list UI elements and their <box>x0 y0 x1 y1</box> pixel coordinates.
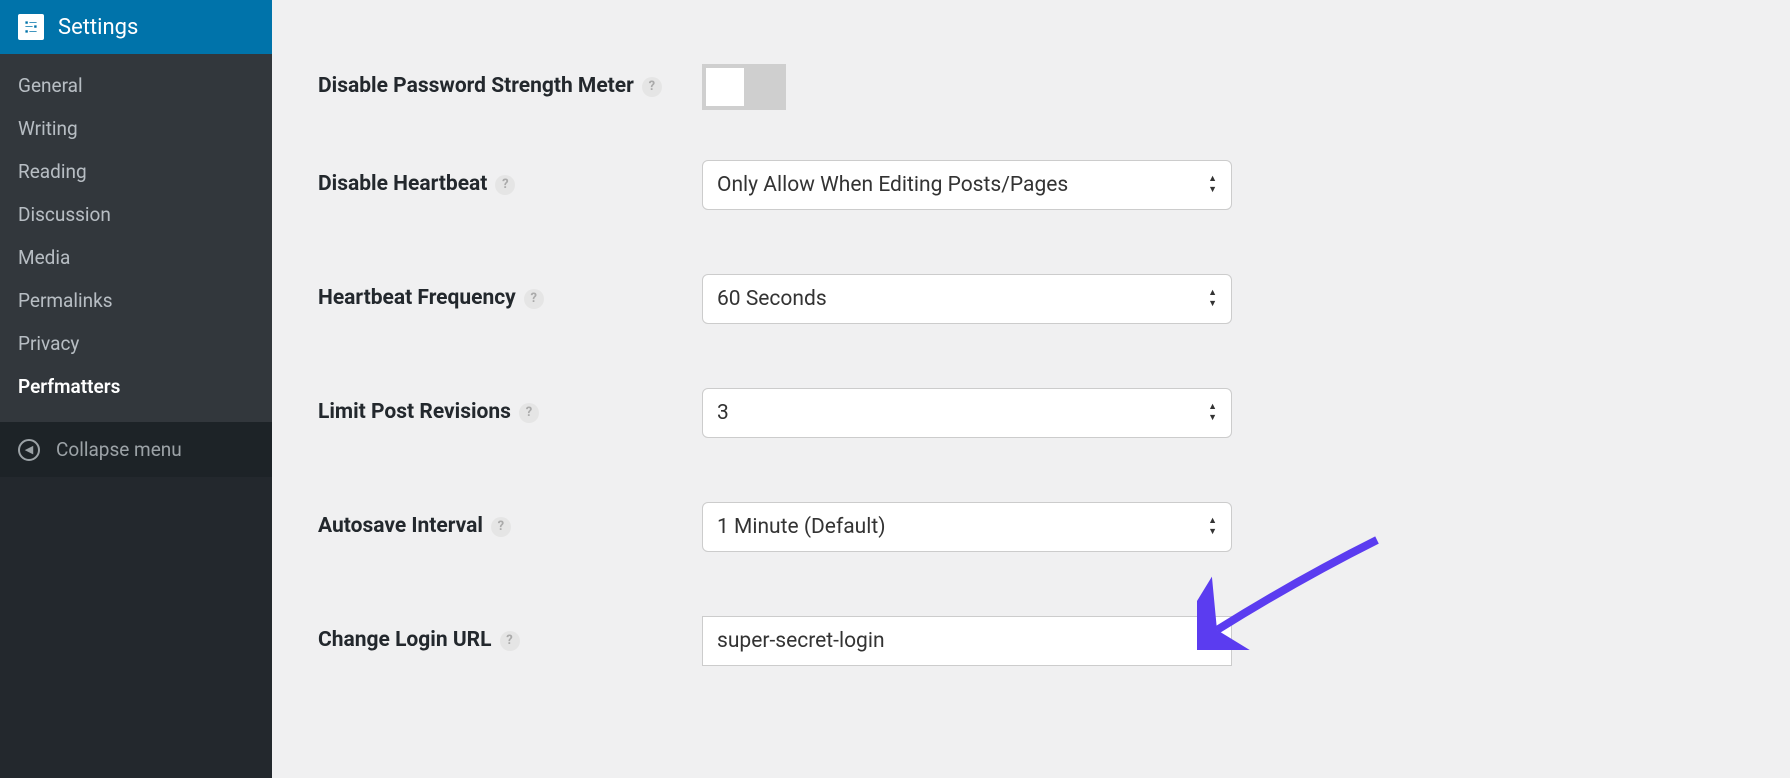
label-autosave-interval: Autosave Interval <box>318 513 483 540</box>
sidebar-header-label: Settings <box>58 15 138 40</box>
help-icon[interactable]: ? <box>495 175 515 195</box>
select-arrows-icon: ▲▼ <box>1208 175 1217 195</box>
row-heartbeat-frequency: Heartbeat Frequency ? 60 Seconds ▲▼ <box>318 274 1744 324</box>
sidebar-item-discussion[interactable]: Discussion <box>0 193 272 236</box>
sidebar-submenu: General Writing Reading Discussion Media… <box>0 54 272 422</box>
select-disable-heartbeat[interactable]: Only Allow When Editing Posts/Pages ▲▼ <box>702 160 1232 210</box>
help-icon[interactable]: ? <box>519 403 539 423</box>
row-autosave-interval: Autosave Interval ? 1 Minute (Default) ▲… <box>318 502 1744 552</box>
select-arrows-icon: ▲▼ <box>1208 289 1217 309</box>
admin-sidebar: Settings General Writing Reading Discuss… <box>0 0 272 778</box>
collapse-menu-label: Collapse menu <box>56 438 182 461</box>
sidebar-item-reading[interactable]: Reading <box>0 150 272 193</box>
select-value: 3 <box>717 401 729 425</box>
select-value: Only Allow When Editing Posts/Pages <box>717 173 1068 197</box>
select-limit-post-revisions[interactable]: 3 ▲▼ <box>702 388 1232 438</box>
collapse-menu-button[interactable]: ◀ Collapse menu <box>0 422 272 477</box>
settings-panel: Disable Password Strength Meter ? Disabl… <box>272 0 1790 778</box>
select-heartbeat-frequency[interactable]: 60 Seconds ▲▼ <box>702 274 1232 324</box>
help-icon[interactable]: ? <box>491 517 511 537</box>
sidebar-item-general[interactable]: General <box>0 64 272 107</box>
toggle-disable-password-strength[interactable] <box>702 64 786 110</box>
input-value: super-secret-login <box>717 629 885 653</box>
label-heartbeat-frequency: Heartbeat Frequency <box>318 285 516 312</box>
sidebar-item-permalinks[interactable]: Permalinks <box>0 279 272 322</box>
help-icon[interactable]: ? <box>500 631 520 651</box>
sidebar-item-media[interactable]: Media <box>0 236 272 279</box>
select-arrows-icon: ▲▼ <box>1208 403 1217 423</box>
sidebar-item-privacy[interactable]: Privacy <box>0 322 272 365</box>
label-change-login-url: Change Login URL <box>318 627 492 654</box>
help-icon[interactable]: ? <box>524 289 544 309</box>
toggle-knob <box>706 68 744 106</box>
sidebar-header-settings[interactable]: Settings <box>0 0 272 54</box>
label-disable-heartbeat: Disable Heartbeat <box>318 171 487 198</box>
select-value: 1 Minute (Default) <box>717 515 886 539</box>
row-change-login-url: Change Login URL ? super-secret-login <box>318 616 1744 666</box>
sidebar-item-writing[interactable]: Writing <box>0 107 272 150</box>
help-icon[interactable]: ? <box>642 77 662 97</box>
label-limit-post-revisions: Limit Post Revisions <box>318 399 511 426</box>
select-arrows-icon: ▲▼ <box>1208 517 1217 537</box>
row-limit-post-revisions: Limit Post Revisions ? 3 ▲▼ <box>318 388 1744 438</box>
row-disable-heartbeat: Disable Heartbeat ? Only Allow When Edit… <box>318 160 1744 210</box>
sidebar-item-perfmatters[interactable]: Perfmatters <box>0 365 272 408</box>
label-disable-password-strength: Disable Password Strength Meter <box>318 73 634 100</box>
row-disable-password-strength: Disable Password Strength Meter ? <box>318 64 1744 110</box>
input-change-login-url[interactable]: super-secret-login <box>702 616 1232 666</box>
collapse-arrow-icon: ◀ <box>18 439 40 461</box>
select-value: 60 Seconds <box>717 287 827 311</box>
sliders-icon <box>18 14 44 40</box>
select-autosave-interval[interactable]: 1 Minute (Default) ▲▼ <box>702 502 1232 552</box>
